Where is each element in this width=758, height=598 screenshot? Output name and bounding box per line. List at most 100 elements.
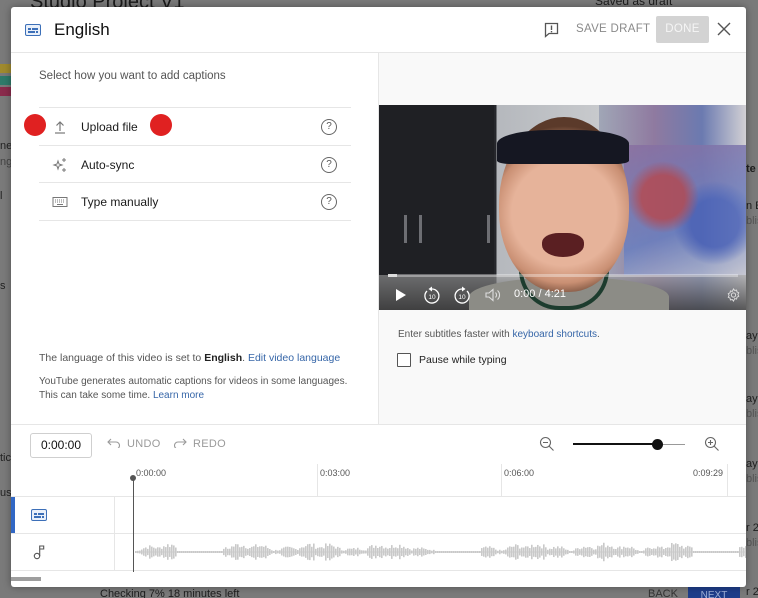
play-icon[interactable] [394,285,408,305]
waveform-bar [547,549,549,555]
waveform-bar [641,551,643,553]
waveform-bar [173,545,175,559]
waveform-bar [459,551,461,553]
waveform-bar [651,549,653,555]
waveform-bar [265,545,267,559]
waveform-bar [681,545,683,559]
waveform-bar [679,546,681,558]
background-fragment: us [0,487,12,499]
waveform-bar [199,551,201,553]
learn-more-link[interactable]: Learn more [153,390,204,401]
subtitle-track[interactable] [11,497,746,534]
waveform-bar [157,547,159,557]
waveform-bar [307,544,309,560]
waveform-bar [623,546,625,558]
settings-gear-icon[interactable] [726,285,741,305]
waveform-bar [401,547,403,557]
done-button[interactable]: DONE [656,16,709,43]
waveform-bar [433,549,435,555]
timeline-zoom-slider[interactable] [573,439,685,450]
waveform-bar [603,542,605,562]
keyboard-icon [52,197,68,207]
waveform-bar [367,548,369,556]
waveform-bar [557,546,559,558]
playhead[interactable] [133,477,134,572]
timeline-horizontal-scrollbar[interactable] [11,577,41,581]
undo-button[interactable]: UNDO [107,438,161,450]
waveform-bar [675,543,677,561]
close-icon[interactable] [716,21,732,37]
waveform-bar [237,544,239,560]
help-icon[interactable]: ? [321,194,337,210]
waveform-bar [727,551,729,553]
pause-while-typing-checkbox[interactable] [397,353,411,367]
volume-icon[interactable] [485,285,501,305]
waveform-bar [163,546,165,558]
waveform-bar [233,546,235,558]
waveform-bar [395,547,397,557]
option-type-manually[interactable]: Type manually ? [39,183,351,221]
redo-button[interactable]: REDO [173,438,226,450]
waveform-bar [369,546,371,558]
zoom-in-icon[interactable] [704,436,720,452]
waveform-bar [319,547,321,557]
shortcut-prefix: Enter subtitles faster with [398,329,513,340]
keyboard-shortcuts-link[interactable]: keyboard shortcuts [513,329,598,340]
video-time-display: 0:00 / 4:21 [514,288,566,300]
waveform-bar [669,547,671,557]
instruction-text: Select how you want to add captions [39,70,226,82]
waveform-bar [595,549,597,555]
waveform-bar [281,548,283,556]
background-color-strip [0,64,11,73]
waveform-bar [177,551,179,553]
waveform-bar [533,547,535,557]
feedback-icon[interactable] [544,22,559,38]
waveform-bar [707,551,709,553]
waveform-bar [351,548,353,556]
waveform-bar [241,546,243,558]
help-icon[interactable]: ? [321,156,337,173]
waveform-bar [441,551,443,553]
waveform-bar [297,549,299,555]
tick-label: 0:00:00 [136,468,167,478]
save-draft-button[interactable]: SAVE DRAFT [576,23,650,35]
video-player[interactable]: 10 10 0:00 / 4:21 [379,105,746,310]
preview-pane: 10 10 0:00 / 4:21 Enter subtitles faster… [379,53,746,424]
waveform-bar [713,551,715,553]
waveform-bar [223,548,225,556]
forward-10-icon[interactable]: 10 [453,285,471,305]
waveform-bar [323,548,325,556]
help-icon[interactable]: ? [321,119,337,135]
redo-icon [173,438,187,450]
waveform-bar [327,545,329,559]
rewind-10-icon[interactable]: 10 [423,285,441,305]
waveform-bar [501,550,503,554]
waveform-bar [235,544,237,560]
waveform-bar [315,548,317,556]
waveform-bar [141,549,143,555]
waveform-bar [423,548,425,556]
waveform-bar [357,547,359,557]
video-frame-bandana [497,130,629,164]
waveform-bar [355,549,357,555]
waveform-bar [345,550,347,554]
zoom-slider-handle[interactable] [652,439,663,450]
waveform-bar [397,548,399,556]
option-upload-file[interactable]: Upload file ? [39,108,351,146]
option-auto-sync[interactable]: Auto-sync ? [39,146,351,183]
edit-video-language-link[interactable]: Edit video language [248,352,340,364]
waveform-bar [649,548,651,556]
timecode-input[interactable]: 0:00:00 [30,433,92,458]
waveform-bar [489,546,491,558]
waveform-bar [449,551,451,553]
waveform-bar [737,551,739,553]
video-progress-bar[interactable] [388,274,738,277]
waveform-bar [149,545,151,559]
waveform-bar [443,551,445,553]
waveform-bar [339,547,341,557]
waveform-bar [375,545,377,559]
waveform-bar [729,551,731,553]
waveform-bar [517,545,519,559]
waveform-bar [545,547,547,557]
zoom-out-icon[interactable] [539,436,555,452]
